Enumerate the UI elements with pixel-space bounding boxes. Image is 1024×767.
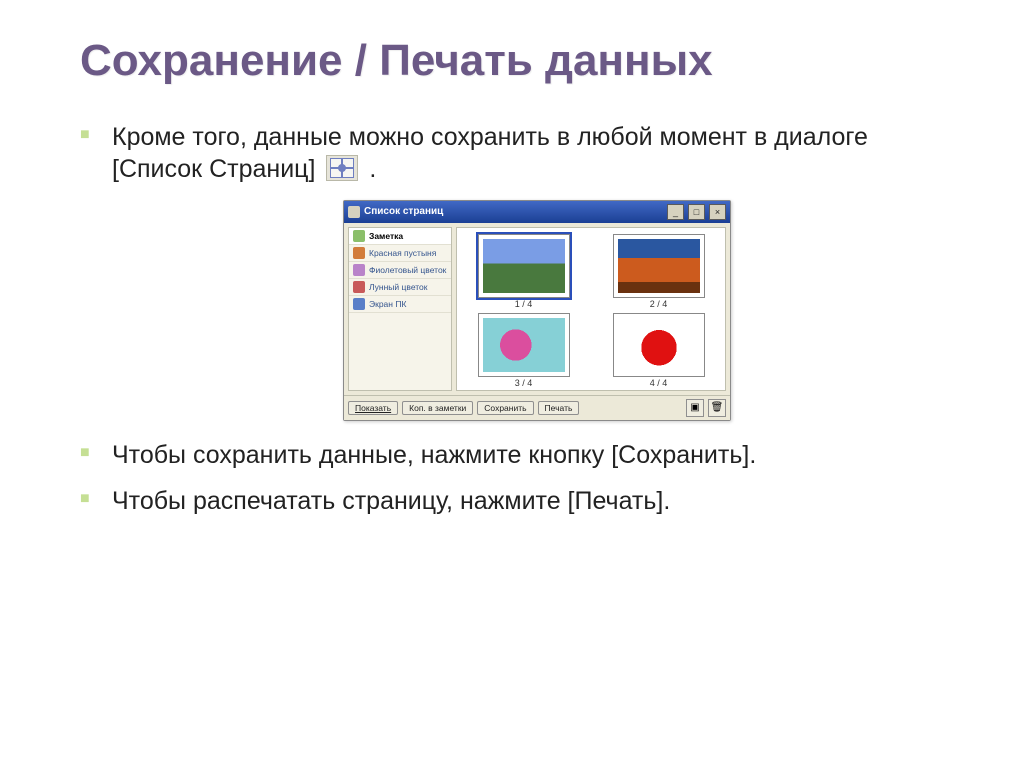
bullet-3: Чтобы распечатать страницу, нажмите [Печ… xyxy=(80,485,964,518)
sidebar-item-label: Красная пустыня xyxy=(369,248,436,258)
copy-to-notes-button[interactable]: Коп. в заметки xyxy=(402,401,473,415)
bullet-1: Кроме того, данные можно сохранить в люб… xyxy=(80,121,964,186)
thumbnail-3[interactable]: 3 / 4 xyxy=(461,313,586,388)
thumb-image-1 xyxy=(483,239,565,293)
image-icon xyxy=(353,247,365,259)
bullet-2-text: Чтобы сохранить данные, нажмите кнопку [… xyxy=(112,441,756,469)
thumb-image-3 xyxy=(483,318,565,372)
thumb-caption: 1 / 4 xyxy=(515,299,533,309)
sidebar-item-label: Заметка xyxy=(369,231,403,241)
thumb-caption: 4 / 4 xyxy=(650,378,668,388)
thumbnail-1[interactable]: 1 / 4 xyxy=(461,234,586,309)
thumb-image-2 xyxy=(618,239,700,293)
dialog-titlebar: Список страниц _ □ × xyxy=(344,201,730,223)
dialog-app-icon xyxy=(348,206,360,218)
slide: Сохранение / Печать данных Кроме того, д… xyxy=(0,0,1024,767)
bullet-1-text-post: . xyxy=(362,155,376,183)
dialog-title-text: Список страниц xyxy=(364,206,663,217)
sidebar-item-moon[interactable]: Лунный цветок xyxy=(349,279,451,296)
page-list-dialog: Список страниц _ □ × Заметка Красная пус… xyxy=(343,200,731,421)
save-button[interactable]: Сохранить xyxy=(477,401,533,415)
sidebar-item-note[interactable]: Заметка xyxy=(349,228,451,245)
export-icon[interactable]: ▣ xyxy=(686,399,704,417)
delete-icon[interactable]: 🗑 xyxy=(708,399,726,417)
thumb-caption: 3 / 4 xyxy=(515,378,533,388)
monitor-icon xyxy=(353,298,365,310)
window-maximize-button[interactable]: □ xyxy=(688,204,705,220)
image-icon xyxy=(353,281,365,293)
bullet-3-text: Чтобы распечатать страницу, нажмите [Печ… xyxy=(112,487,670,515)
dialog-screenshot: Список страниц _ □ × Заметка Красная пус… xyxy=(110,200,964,421)
sidebar-item-screen[interactable]: Экран ПК xyxy=(349,296,451,313)
print-button[interactable]: Печать xyxy=(538,401,580,415)
thumbnail-2[interactable]: 2 / 4 xyxy=(596,234,721,309)
window-minimize-button[interactable]: _ xyxy=(667,204,684,220)
bullet-2: Чтобы сохранить данные, нажмите кнопку [… xyxy=(80,439,964,472)
bullet-1-text-pre: Кроме того, данные можно сохранить в люб… xyxy=(112,123,868,184)
dialog-footer: Показать Коп. в заметки Сохранить Печать… xyxy=(344,395,730,420)
bullet-list-2: Чтобы сохранить данные, нажмите кнопку [… xyxy=(80,439,964,518)
page-list-icon xyxy=(326,155,358,181)
bullet-list: Кроме того, данные можно сохранить в люб… xyxy=(80,121,964,186)
dialog-sidebar: Заметка Красная пустыня Фиолетовый цвето… xyxy=(348,227,452,391)
image-icon xyxy=(353,264,365,276)
show-button[interactable]: Показать xyxy=(348,401,398,415)
sidebar-item-label: Лунный цветок xyxy=(369,282,428,292)
thumb-caption: 2 / 4 xyxy=(650,299,668,309)
thumbnail-grid: 1 / 4 2 / 4 3 / 4 4 / 4 xyxy=(456,227,726,391)
note-icon xyxy=(353,230,365,242)
thumb-image-4 xyxy=(618,318,700,372)
dialog-body: Заметка Красная пустыня Фиолетовый цвето… xyxy=(344,223,730,395)
window-close-button[interactable]: × xyxy=(709,204,726,220)
sidebar-item-violet[interactable]: Фиолетовый цветок xyxy=(349,262,451,279)
sidebar-item-label: Фиолетовый цветок xyxy=(369,265,446,275)
slide-title: Сохранение / Печать данных xyxy=(80,36,964,87)
sidebar-item-desert[interactable]: Красная пустыня xyxy=(349,245,451,262)
sidebar-item-label: Экран ПК xyxy=(369,299,406,309)
thumbnail-4[interactable]: 4 / 4 xyxy=(596,313,721,388)
